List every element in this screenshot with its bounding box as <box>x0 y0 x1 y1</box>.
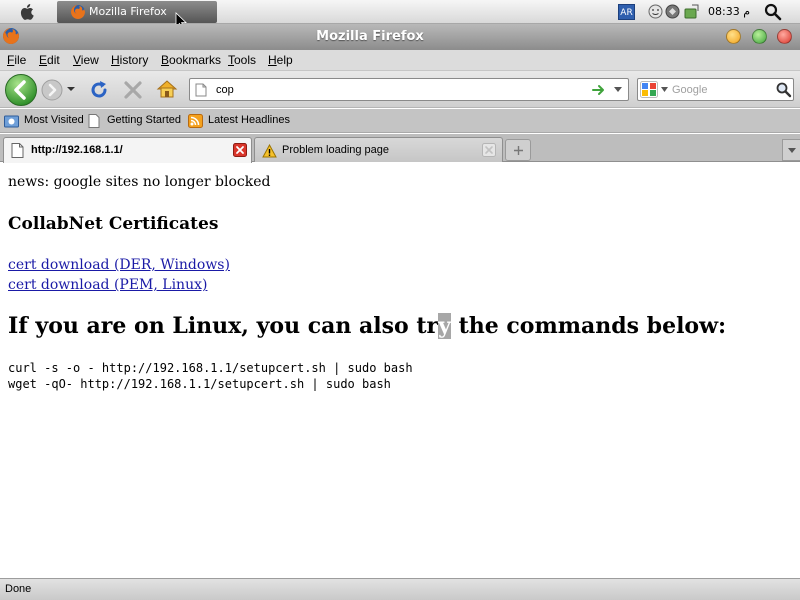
search-bar[interactable] <box>637 78 794 101</box>
certificates-heading: CollabNet Certificates <box>8 214 219 234</box>
curl-command: curl -s -o - http://192.168.1.1/setupcer… <box>8 361 413 375</box>
window-title: Mozilla Firefox <box>316 29 424 44</box>
status-bar: Done <box>0 578 800 600</box>
plus-icon <box>514 146 523 155</box>
bookmark-getting-started[interactable]: Getting Started <box>87 113 185 129</box>
history-dropdown-icon[interactable] <box>66 85 76 93</box>
system-clock[interactable]: 08:33 م <box>708 5 750 18</box>
menu-file[interactable]: File <box>7 53 26 67</box>
bookmark-folder-icon <box>4 115 19 128</box>
search-icon[interactable] <box>764 3 782 21</box>
search-input[interactable] <box>672 82 772 98</box>
new-tab-button[interactable] <box>505 139 531 161</box>
rss-feed-icon <box>188 114 203 128</box>
apple-menu-icon[interactable] <box>20 3 36 21</box>
menu-history[interactable]: History <box>111 53 148 67</box>
system-top-panel: Mozilla Firefox AR 08:33 م <box>0 0 800 30</box>
magnifier-icon[interactable] <box>775 81 792 98</box>
maximize-button[interactable] <box>752 29 767 44</box>
menu-view[interactable]: View <box>73 53 99 67</box>
page-icon <box>11 143 24 158</box>
close-tab-icon[interactable] <box>482 143 496 157</box>
taskbar-firefox-button[interactable]: Mozilla Firefox <box>57 1 217 23</box>
window-title-bar[interactable]: Mozilla Firefox <box>0 24 800 50</box>
search-engine-dropdown-icon[interactable] <box>661 87 668 93</box>
keyboard-layout-indicator[interactable]: AR <box>618 4 635 20</box>
page-icon <box>88 114 100 128</box>
bookmark-most-visited[interactable]: Most Visited <box>4 113 84 129</box>
bookmark-label: Latest Headlines <box>208 114 290 126</box>
url-input[interactable] <box>216 82 576 98</box>
bookmarks-toolbar: Most Visited Getting Started Latest Head… <box>0 109 800 133</box>
list-all-tabs-button[interactable] <box>782 139 800 161</box>
network-status-icon[interactable] <box>665 4 680 19</box>
menu-bookmarks[interactable]: Bookmarks <box>161 53 221 67</box>
reload-button[interactable] <box>88 79 110 101</box>
tab-router-page[interactable]: http://192.168.1.1/ <box>3 137 252 163</box>
warning-icon <box>262 144 277 158</box>
cert-download-der-link[interactable]: cert download (DER, Windows) <box>8 257 230 273</box>
menu-bar: File Edit View History Bookmarks Tools H… <box>0 50 800 71</box>
menu-help[interactable]: Help <box>268 53 293 67</box>
google-engine-icon[interactable] <box>640 81 658 98</box>
minimize-button[interactable] <box>726 29 741 44</box>
tab-label: http://192.168.1.1/ <box>31 144 123 156</box>
linux-heading-text-end: the commands below: <box>450 313 727 339</box>
address-bar[interactable] <box>189 78 629 101</box>
chevron-down-icon <box>788 148 796 153</box>
forward-button[interactable] <box>41 79 63 101</box>
close-tab-icon[interactable] <box>233 143 247 157</box>
bookmark-label: Most Visited <box>24 114 84 126</box>
go-arrow-icon[interactable] <box>592 83 606 97</box>
menu-tools[interactable]: Tools <box>228 53 256 67</box>
linux-heading: If you are on Linux, you can also try th… <box>8 313 726 339</box>
home-button[interactable] <box>156 78 178 100</box>
stop-button[interactable] <box>122 79 144 101</box>
taskbar-item-label: Mozilla Firefox <box>89 5 167 18</box>
cert-download-pem-link[interactable]: cert download (PEM, Linux) <box>8 277 207 293</box>
smiley-status-icon[interactable] <box>648 4 663 19</box>
close-window-button[interactable] <box>777 29 792 44</box>
tab-strip: http://192.168.1.1/ Problem loading page <box>0 134 800 163</box>
text-selection[interactable]: y <box>438 313 451 339</box>
page-content[interactable]: news: google sites no longer blocked Col… <box>0 163 800 578</box>
tab-label: Problem loading page <box>282 144 390 156</box>
news-text: news: google sites no longer blocked <box>8 174 271 190</box>
menu-edit[interactable]: Edit <box>39 53 60 67</box>
wget-command: wget -qO- http://192.168.1.1/setupcert.s… <box>8 377 391 391</box>
bookmark-latest-headlines[interactable]: Latest Headlines <box>188 113 292 129</box>
back-button[interactable] <box>4 73 38 107</box>
page-icon <box>195 83 207 97</box>
update-status-icon[interactable] <box>684 4 699 19</box>
linux-heading-text: If you are on Linux, you can also tr <box>8 313 439 339</box>
bookmark-label: Getting Started <box>107 114 181 126</box>
url-history-dropdown-icon[interactable] <box>614 87 622 93</box>
firefox-icon <box>71 5 85 19</box>
navigation-toolbar <box>0 71 800 108</box>
status-text: Done <box>5 583 32 595</box>
tab-problem-loading[interactable]: Problem loading page <box>254 137 503 162</box>
